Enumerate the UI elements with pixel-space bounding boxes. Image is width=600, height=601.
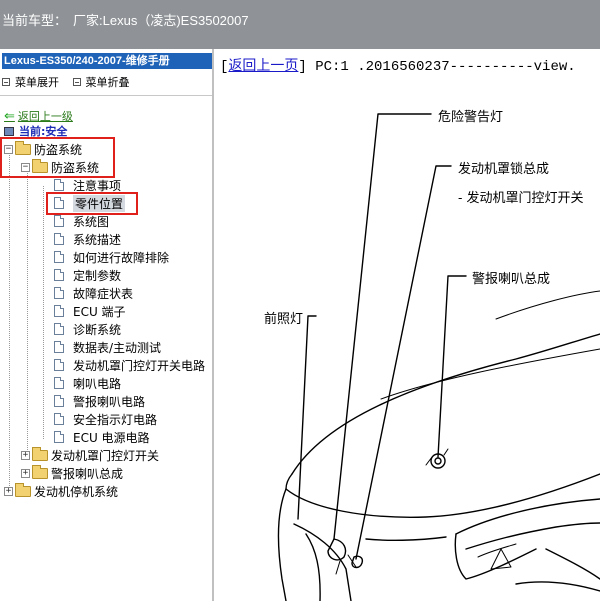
hazard-warning-light-callout: 危险警告灯	[438, 110, 504, 125]
hazard-leader-line	[333, 113, 432, 540]
tree-guide-line	[43, 186, 44, 439]
back-up-level-label: 返回上一级	[17, 110, 73, 123]
expand-menu-button[interactable]: 菜单展开	[2, 74, 59, 90]
folder-icon	[32, 464, 48, 479]
expand-toggle-icon[interactable]: +	[21, 468, 30, 478]
document-icon	[54, 377, 64, 389]
tree-folder-hood-switch[interactable]: + 发动机罩门控灯开关	[21, 446, 159, 464]
folder-icon	[15, 482, 31, 497]
annotation-highlight-box	[0, 137, 115, 178]
tree-item-label: 定制参数	[73, 268, 122, 283]
back-previous-page-link[interactable]: 返回上一页	[228, 59, 298, 75]
document-icon	[54, 251, 64, 263]
annotation-highlight-box	[46, 192, 138, 215]
document-icon	[54, 323, 64, 335]
back-up-level-link[interactable]: ⇐ 返回上一级	[4, 108, 73, 124]
tree-item-label: 发动机罩门控灯开关	[51, 448, 160, 463]
tree-item-label: 系统描述	[73, 232, 122, 247]
tree-item-label: 系统图	[73, 214, 110, 229]
document-icon	[54, 359, 64, 371]
tree-item-horn-circuit[interactable]: 喇叭电路	[54, 374, 121, 392]
tree-item-diagnosis-system[interactable]: 诊断系统	[54, 320, 121, 338]
headlight-leader-line	[297, 315, 317, 520]
tree-guide-line	[27, 170, 28, 458]
alarm-horn-assembly-callout: 警报喇叭总成	[472, 272, 551, 287]
document-icon	[54, 305, 64, 317]
tree-guide-line	[9, 152, 10, 492]
document-icon	[54, 413, 64, 425]
tree-item-ecu-terminals[interactable]: ECU 端子	[54, 302, 126, 320]
tree-item-label: 喇叭电路	[73, 376, 122, 391]
content-pane: [返回上一页] PC:1 .2016560237----------view.	[216, 49, 600, 601]
tree-item-label: 注意事项	[73, 178, 122, 193]
tree-item-data-list[interactable]: 数据表/主动测试	[54, 338, 161, 356]
computer-icon	[4, 126, 14, 136]
tree-item-symptom-table[interactable]: 故障症状表	[54, 284, 133, 302]
manual-title: Lexus-ES350/240-2007-维修手册	[2, 53, 212, 69]
expand-toggle-icon[interactable]: +	[4, 486, 13, 496]
tree-item-label: 发动机停机系统	[34, 484, 119, 499]
tree-item-label: 警报喇叭电路	[73, 394, 146, 409]
back-arrow-icon: ⇐	[4, 108, 15, 124]
tree-item-label: 故障症状表	[73, 286, 134, 301]
expand-icon	[2, 78, 10, 86]
tree-item-label: 诊断系统	[73, 322, 122, 337]
tree-folder-immobiliser[interactable]: + 发动机停机系统	[4, 482, 118, 500]
divider	[0, 95, 212, 96]
alarm-horn-leader-line	[437, 275, 467, 458]
hood-courtesy-switch-callout: - 发动机罩门控灯开关	[458, 191, 584, 206]
headlight-callout: 前照灯	[264, 312, 304, 327]
document-icon	[54, 287, 64, 299]
tree-item-label: 警报喇叭总成	[51, 466, 124, 481]
tree-item-security-indicator-circuit[interactable]: 安全指示灯电路	[54, 410, 157, 428]
document-icon	[54, 215, 64, 227]
navigation-pane: Lexus-ES350/240-2007-维修手册 菜单展开 菜单折叠 ⇐ 返回…	[0, 49, 214, 601]
document-icon	[54, 431, 64, 443]
collapse-menu-button[interactable]: 菜单折叠	[72, 74, 130, 90]
tree-item-troubleshooting[interactable]: 如何进行故障排除	[54, 248, 169, 266]
content-header: [返回上一页] PC:1 .2016560237----------view.	[220, 59, 576, 75]
vehicle-model-label: 当前车型：	[2, 13, 68, 28]
hood-front-edge	[285, 473, 600, 518]
tree-item-label: ECU 电源电路	[73, 430, 150, 445]
hood-lock-assembly-callout: 发动机罩锁总成	[458, 162, 550, 177]
vehicle-model-value: 厂家:Lexus（凌志)ES3502007	[73, 13, 249, 28]
folder-icon	[32, 446, 48, 461]
tree-item-system-description[interactable]: 系统描述	[54, 230, 121, 248]
tree-item-customize[interactable]: 定制参数	[54, 266, 121, 284]
document-icon	[54, 233, 64, 245]
document-icon	[54, 179, 64, 191]
tree-item-label: ECU 端子	[73, 304, 126, 319]
hood-line	[291, 333, 600, 475]
collapse-icon	[72, 78, 81, 86]
menu-actions: 菜单展开 菜单折叠	[2, 74, 140, 90]
expand-toggle-icon[interactable]: +	[21, 450, 30, 460]
expand-menu-label: 菜单展开	[15, 76, 59, 89]
tree-item-label: 如何进行故障排除	[73, 250, 170, 265]
tree-item-label: 安全指示灯电路	[73, 412, 158, 427]
document-icon	[54, 395, 64, 407]
document-icon	[54, 269, 64, 281]
tree-item-label: 数据表/主动测试	[73, 340, 162, 355]
pc-code-text: PC:1 .2016560237----------view.	[315, 59, 576, 75]
hood-lock-leader-line	[355, 165, 452, 560]
tree-item-ecu-power-circuit[interactable]: ECU 电源电路	[54, 428, 150, 446]
tree-item-hood-switch-circuit[interactable]: 发动机罩门控灯开关电路	[54, 356, 205, 374]
tree-item-label: 发动机罩门控灯开关电路	[73, 358, 206, 373]
collapse-menu-label: 菜单折叠	[85, 76, 130, 89]
tree-folder-alarm-horn[interactable]: + 警报喇叭总成	[21, 464, 123, 482]
tree-item-alarm-horn-circuit[interactable]: 警报喇叭电路	[54, 392, 145, 410]
document-icon	[54, 341, 64, 353]
vehicle-model-bar: 当前车型： 厂家:Lexus（凌志)ES3502007	[0, 0, 600, 49]
